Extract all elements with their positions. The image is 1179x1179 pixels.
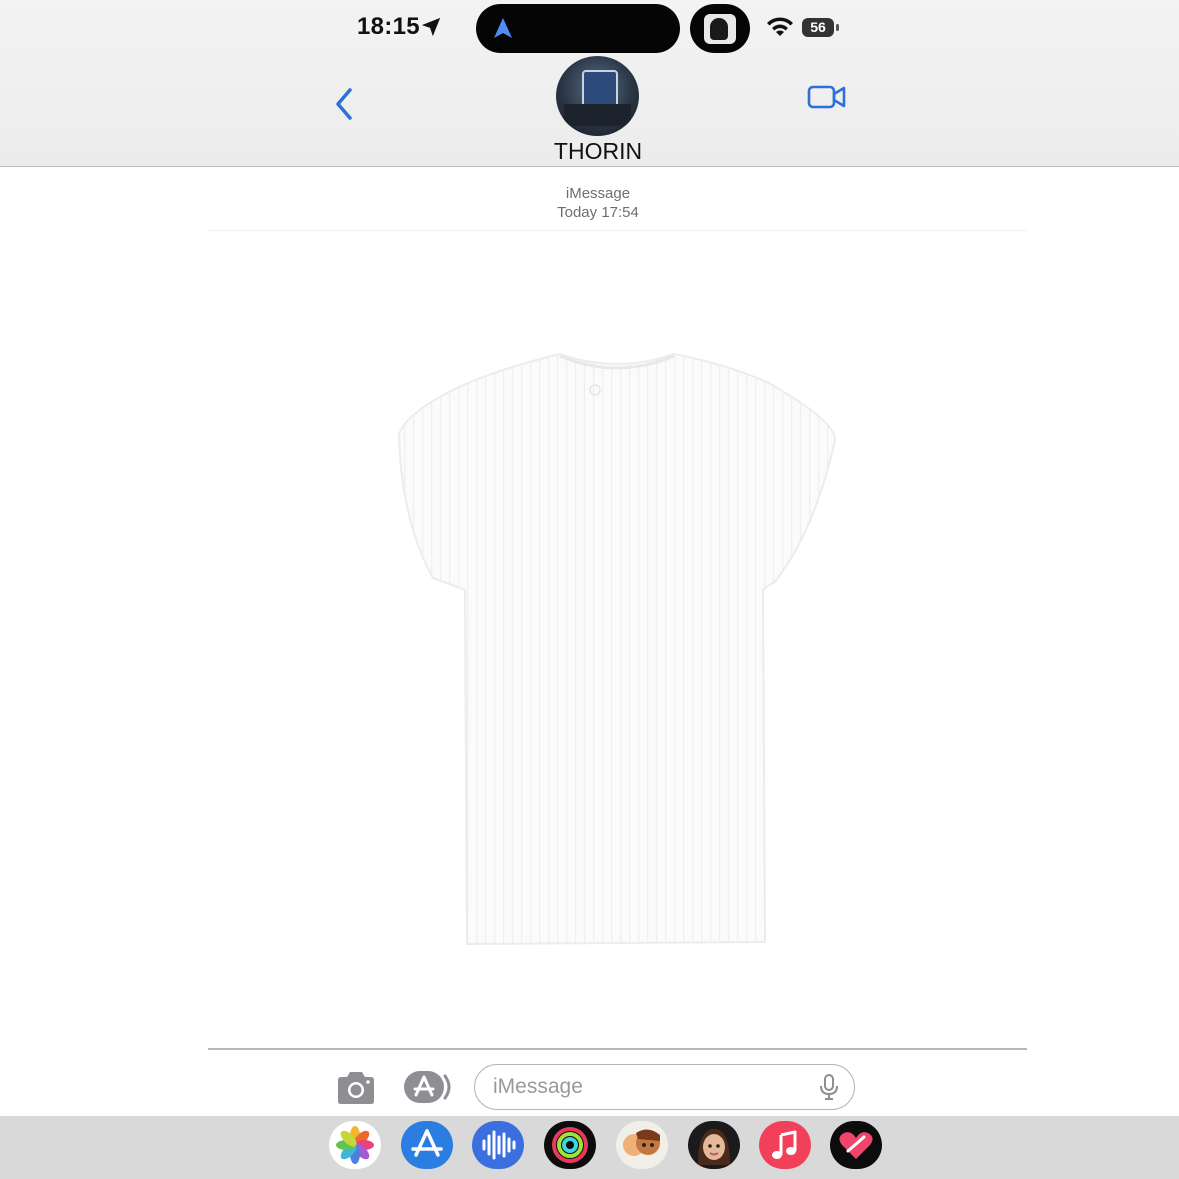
activity-rings-icon[interactable] bbox=[544, 1121, 596, 1169]
video-camera-icon[interactable] bbox=[807, 82, 847, 112]
wifi-icon bbox=[767, 17, 793, 36]
island-live-activity[interactable] bbox=[690, 4, 750, 53]
memoji-face-icon[interactable] bbox=[688, 1121, 740, 1169]
live-activity-thumbnail bbox=[704, 14, 736, 44]
contact-name[interactable]: THORIN bbox=[540, 138, 656, 165]
message-input[interactable]: iMessage bbox=[474, 1064, 855, 1110]
app-store-drawer-icon[interactable] bbox=[401, 1121, 453, 1169]
contact-avatar[interactable] bbox=[556, 56, 639, 136]
app-store-icon[interactable] bbox=[403, 1070, 455, 1104]
navigation-arrow-icon bbox=[494, 18, 512, 38]
music-note-icon[interactable] bbox=[759, 1121, 811, 1169]
heart-icon[interactable] bbox=[830, 1121, 882, 1169]
location-arrow-icon bbox=[421, 17, 441, 37]
status-time: 18:15 bbox=[357, 13, 420, 40]
memoji-icon[interactable] bbox=[616, 1121, 668, 1169]
message-placeholder: iMessage bbox=[493, 1075, 583, 1098]
message-timestamp: Today 17:54 bbox=[557, 204, 639, 221]
photos-icon[interactable] bbox=[329, 1121, 381, 1169]
service-label: iMessage bbox=[565, 185, 631, 202]
message-meta: iMessage Today 17:54 bbox=[500, 184, 696, 222]
battery-level: 56 bbox=[802, 18, 834, 37]
waveform-icon[interactable] bbox=[472, 1121, 524, 1169]
conversation-header: 18:15 56 THORIN bbox=[0, 0, 1179, 167]
tshirt-image bbox=[397, 352, 837, 946]
back-button[interactable] bbox=[330, 84, 358, 124]
battery-cap bbox=[836, 24, 839, 31]
microphone-icon[interactable] bbox=[818, 1074, 840, 1100]
camera-icon[interactable] bbox=[334, 1070, 378, 1106]
dynamic-island[interactable] bbox=[476, 4, 680, 53]
